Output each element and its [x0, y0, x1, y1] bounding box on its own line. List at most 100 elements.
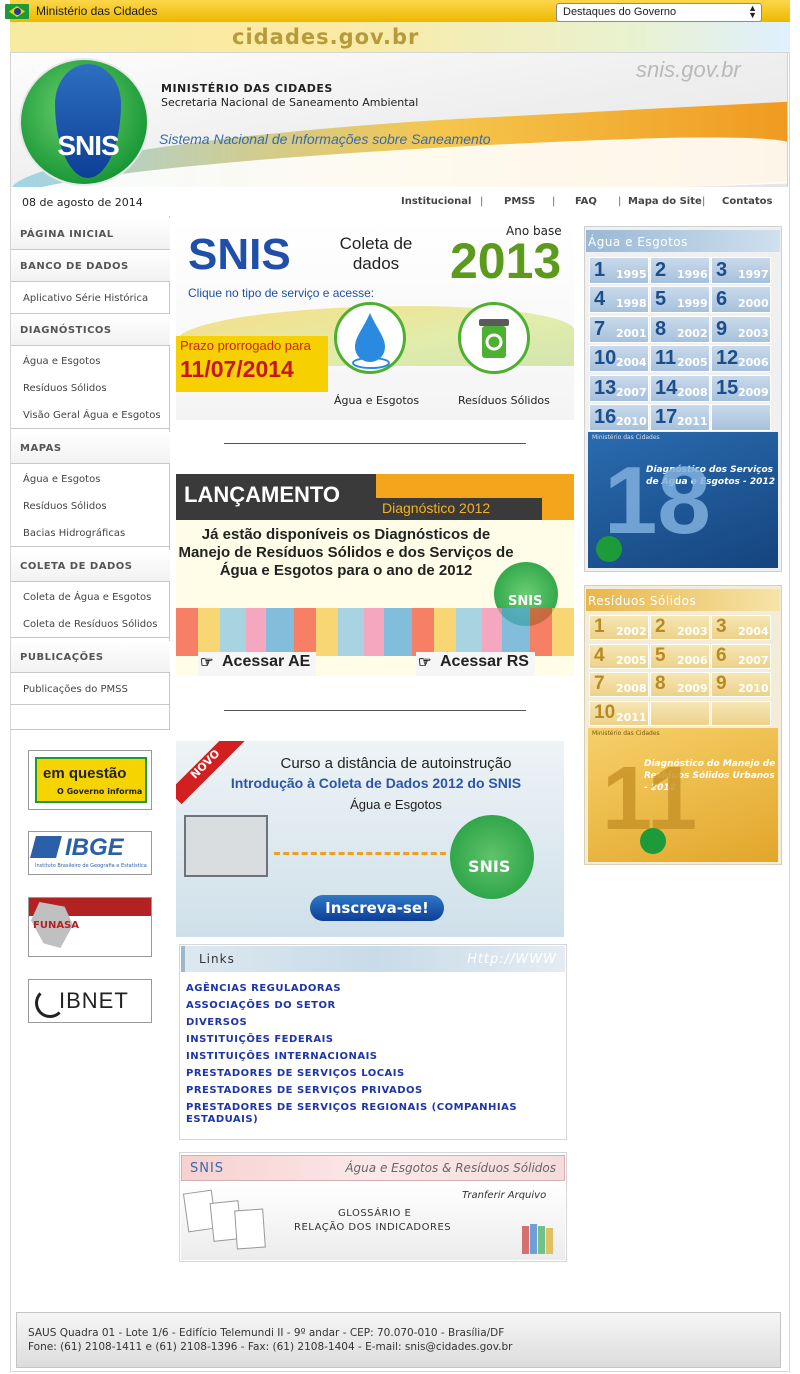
sidebar-item-pub-pmss[interactable]: Publicações do PMSS [10, 674, 170, 705]
prazo-date: 11/07/2014 [180, 356, 294, 382]
year-cell-number: 13 [594, 376, 617, 399]
ministry-link[interactable]: Ministério das Cidades [36, 4, 157, 18]
curso-banner[interactable]: NOVO Curso a distância de autoinstrução … [176, 741, 564, 937]
sidebar-item-pagina-inicial[interactable]: PÁGINA INICIAL [10, 218, 170, 250]
link-prestadores-locais[interactable]: PRESTADORES DE SERVIÇOS LOCAIS [186, 1068, 405, 1079]
year-cell[interactable]: 11 2005 [650, 345, 710, 373]
nav-contatos[interactable]: Contatos [722, 196, 772, 207]
year-cell[interactable]: 8 2002 [650, 315, 710, 343]
sidebar-item-coleta-agua[interactable]: Coleta de Água e Esgotos [10, 584, 170, 611]
sidebar-item-diag-agua[interactable]: Água e Esgotos [10, 348, 170, 375]
year-cell[interactable]: 10 2011 [589, 700, 649, 726]
agua-esgotos-button[interactable] [334, 302, 406, 374]
sidebar-section-publicacoes[interactable]: PUBLICAÇÕES [10, 641, 170, 673]
destaques-select[interactable]: Destaques do Governo ▲ ▼ [556, 3, 762, 22]
laptop-icon [184, 815, 268, 877]
year-cell[interactable]: 3 2004 [711, 615, 771, 640]
year-cell[interactable]: 5 1999 [650, 286, 710, 314]
residuos-solidos-button[interactable] [458, 302, 530, 374]
year-cell-year: 2005 [677, 356, 708, 370]
cidades-domain-link[interactable]: cidades.gov.br [232, 25, 419, 49]
link-instituicoes-federais[interactable]: INSTITUIÇÕES FEDERAIS [186, 1034, 334, 1045]
link-instituicoes-internacionais[interactable]: INSTITUIÇÕES INTERNACIONAIS [186, 1051, 378, 1062]
year-cell-year: 2007 [616, 385, 647, 399]
link-associacoes[interactable]: ASSOCIAÇÕES DO SETOR [186, 1000, 336, 1011]
year-cell[interactable]: 2 2003 [650, 615, 710, 640]
year-cell[interactable]: 17 2011 [650, 404, 710, 431]
sidebar-item-mapas-residuos[interactable]: Resíduos Sólidos [10, 493, 170, 520]
year-cell[interactable]: 4 1998 [589, 286, 649, 314]
year-cell[interactable]: 4 2005 [589, 643, 649, 669]
agua-esgotos-label: Água e Esgotos [334, 394, 420, 407]
site-domain: snis.gov.br [636, 57, 741, 82]
sidebar-item-aplicativo[interactable]: Aplicativo Série Histórica [10, 283, 170, 314]
glossario-title-line1[interactable]: GLOSSÁRIO E [338, 1208, 411, 1219]
nav-institucional[interactable]: Institucional [401, 196, 471, 207]
link-prestadores-privados[interactable]: PRESTADORES DE SERVIÇOS PRIVADOS [186, 1085, 423, 1096]
acessar-ae-button[interactable]: ☞ Acessar AE [198, 652, 317, 676]
link-prestadores-regionais-cont[interactable]: ESTADUAIS) [186, 1114, 258, 1125]
select-arrows-icon: ▲ ▼ [748, 3, 757, 20]
nav-mapa-do-site[interactable]: Mapa do Site [628, 196, 702, 207]
glossario-area-label: Água e Esgotos & Resíduos Sólidos [345, 1161, 556, 1175]
year-cell[interactable]: 9 2010 [711, 672, 771, 697]
year-cell[interactable]: 13 2007 [589, 374, 649, 402]
year-cell-number: 2 [655, 616, 666, 637]
year-cell-year: 2007 [738, 653, 769, 667]
sidebar-item-mapas-agua[interactable]: Água e Esgotos [10, 466, 170, 493]
year-cell[interactable]: 3 1997 [711, 257, 771, 284]
link-prestadores-regionais[interactable]: PRESTADORES DE SERVIÇOS REGIONAIS (COMPA… [186, 1102, 517, 1113]
sidebar-item-mapas-bacias[interactable]: Bacias Hidrográficas [10, 520, 170, 547]
nav-pmss[interactable]: PMSS [504, 196, 535, 207]
em-questao-banner[interactable]: em questão O Governo informa [28, 750, 152, 810]
divider [224, 443, 526, 444]
novo-ribbon: NOVO [176, 741, 246, 805]
banner-snis-title: SNIS [188, 230, 291, 279]
acessar-rs-button[interactable]: ☞ Acessar RS [416, 652, 535, 676]
year-cell-number: 8 [655, 317, 667, 340]
snis-logo-round: SNIS [450, 815, 534, 899]
snis-logo[interactable]: SNIS [19, 58, 149, 186]
sidebar-item-diag-visao-geral[interactable]: Visão Geral Água e Esgotos [10, 402, 170, 429]
year-cell[interactable]: 9 2003 [711, 315, 771, 343]
year-cell[interactable]: 14 2008 [650, 374, 710, 402]
year-cell[interactable]: 15 2009 [711, 374, 771, 402]
sidebar-section-coleta[interactable]: COLETA DE DADOS [10, 550, 170, 582]
year-cell[interactable]: 12 2006 [711, 345, 771, 373]
sidebar-section-mapas[interactable]: MAPAS [10, 432, 170, 464]
link-agencias-reguladoras[interactable]: AGÊNCIAS REGULADORAS [186, 983, 341, 994]
year-cell[interactable]: 2 1996 [650, 257, 710, 284]
year-cell[interactable]: 1 1995 [589, 257, 649, 284]
year-cell[interactable]: 1 2002 [589, 615, 649, 640]
year-cell-year: 2003 [677, 625, 708, 638]
sidebar-item-coleta-residuos[interactable]: Coleta de Resíduos Sólidos [10, 611, 170, 638]
ibnet-banner[interactable]: IBNET [28, 979, 152, 1023]
sidebar-item-diag-residuos[interactable]: Resíduos Sólidos [10, 375, 170, 402]
year-cell[interactable]: 16 2010 [589, 404, 649, 431]
links-header: Links Http://WWW [181, 946, 565, 972]
funasa-banner[interactable]: FUNASA [28, 897, 152, 957]
year-cell[interactable]: 8 2009 [650, 672, 710, 697]
inscreva-se-button[interactable]: Inscreva-se! [310, 895, 444, 921]
lancamento-text: Já estão disponíveis os Diagnósticos de … [178, 526, 514, 579]
transferir-arquivo-link[interactable]: Tranferir Arquivo [462, 1190, 546, 1201]
residuos-2012-cover[interactable]: Ministério das Cidades Diagnóstico do Ma… [588, 728, 778, 862]
sidebar-item-banco-de-dados[interactable]: BANCO DE DADOS [10, 250, 170, 282]
year-cell[interactable]: 7 2008 [589, 672, 649, 697]
nav-faq[interactable]: FAQ [575, 196, 597, 207]
year-cell[interactable]: 6 2007 [711, 643, 771, 669]
year-cell[interactable]: 6 2000 [711, 286, 771, 314]
year-cell[interactable]: 5 2006 [650, 643, 710, 669]
glossario-title-line2[interactable]: RELAÇÃO DOS INDICADORES [294, 1222, 451, 1233]
year-cell[interactable]: 10 2004 [589, 345, 649, 373]
year-cell-year: 2004 [738, 625, 769, 638]
divider [224, 710, 526, 711]
cover-number: 18 [604, 447, 711, 554]
year-cell[interactable]: 7 2001 [589, 315, 649, 343]
link-diversos[interactable]: DIVERSOS [186, 1017, 247, 1028]
residuos-panel-header: Resíduos Sólidos [586, 589, 780, 611]
sidebar-section-diagnosticos[interactable]: DIAGNÓSTICOS [10, 314, 170, 346]
year-cell-year: 2006 [677, 653, 708, 667]
ibge-banner[interactable]: IBGE Instituto Brasileiro de Geografia e… [28, 831, 152, 875]
agua-esgotos-2012-cover[interactable]: Ministério das Cidades Diagnóstico dos S… [588, 432, 778, 568]
